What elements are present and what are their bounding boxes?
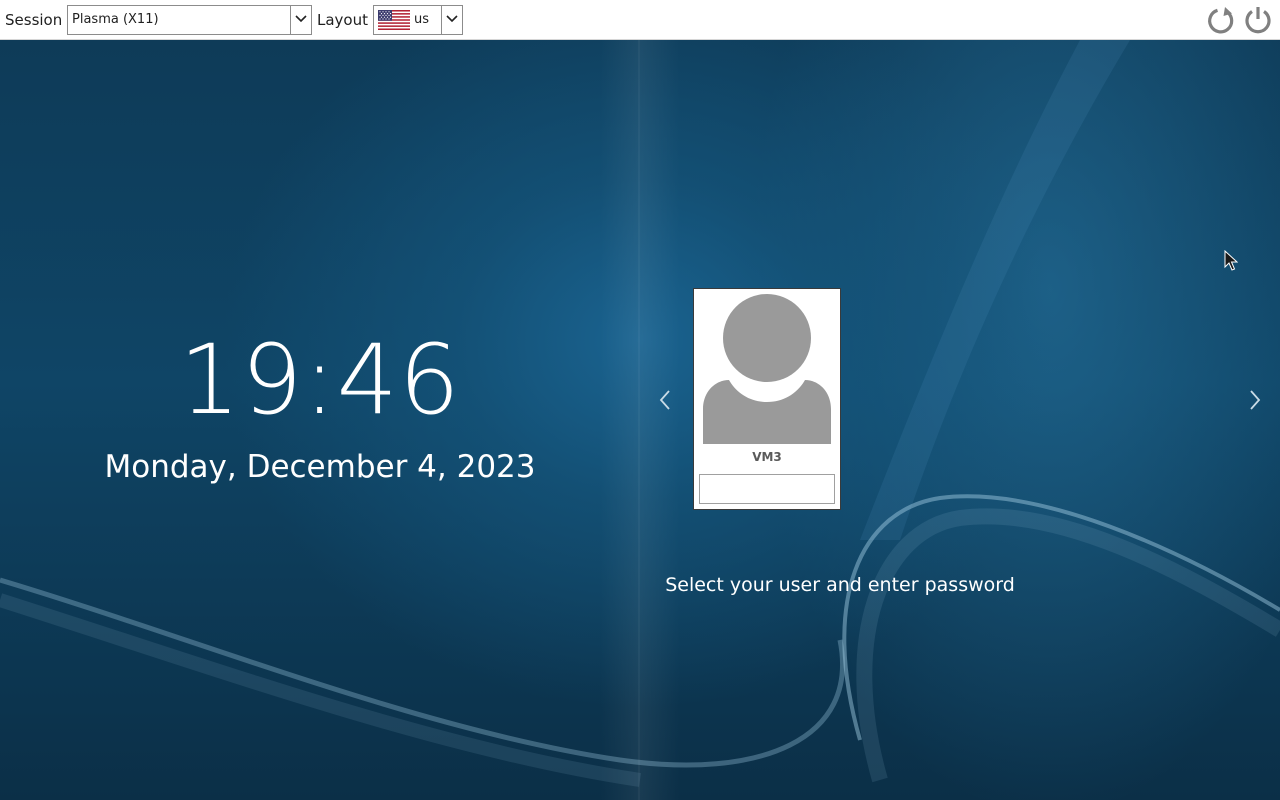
default-user-avatar-icon — [703, 294, 831, 444]
user-card[interactable]: VM3 — [693, 288, 841, 510]
login-hint: Select your user and enter password — [665, 574, 1015, 596]
chevron-down-icon — [446, 15, 458, 23]
reboot-icon[interactable] — [1205, 4, 1237, 36]
layout-select[interactable]: us — [373, 5, 463, 35]
power-icon[interactable] — [1242, 4, 1274, 36]
us-flag-icon — [378, 10, 410, 30]
chevron-left-icon[interactable] — [654, 388, 678, 412]
session-label: Session — [5, 11, 63, 29]
clock-date: Monday, December 4, 2023 — [104, 449, 536, 485]
chevron-down-icon — [295, 15, 307, 23]
chevron-right-icon[interactable] — [1242, 388, 1266, 412]
clock-time: 19:46 — [179, 324, 461, 436]
top-bar: Session Plasma (X11) Layout us — [0, 0, 1280, 40]
layout-label: Layout — [317, 11, 368, 29]
user-name: VM3 — [752, 450, 782, 464]
mouse-cursor-icon — [1224, 250, 1238, 271]
session-select[interactable]: Plasma (X11) — [67, 5, 312, 35]
layout-dropdown-button[interactable] — [441, 6, 462, 34]
layout-select-value: us — [414, 12, 430, 27]
session-dropdown-button[interactable] — [290, 6, 311, 34]
password-input[interactable] — [699, 474, 835, 504]
session-select-value: Plasma (X11) — [72, 12, 159, 27]
